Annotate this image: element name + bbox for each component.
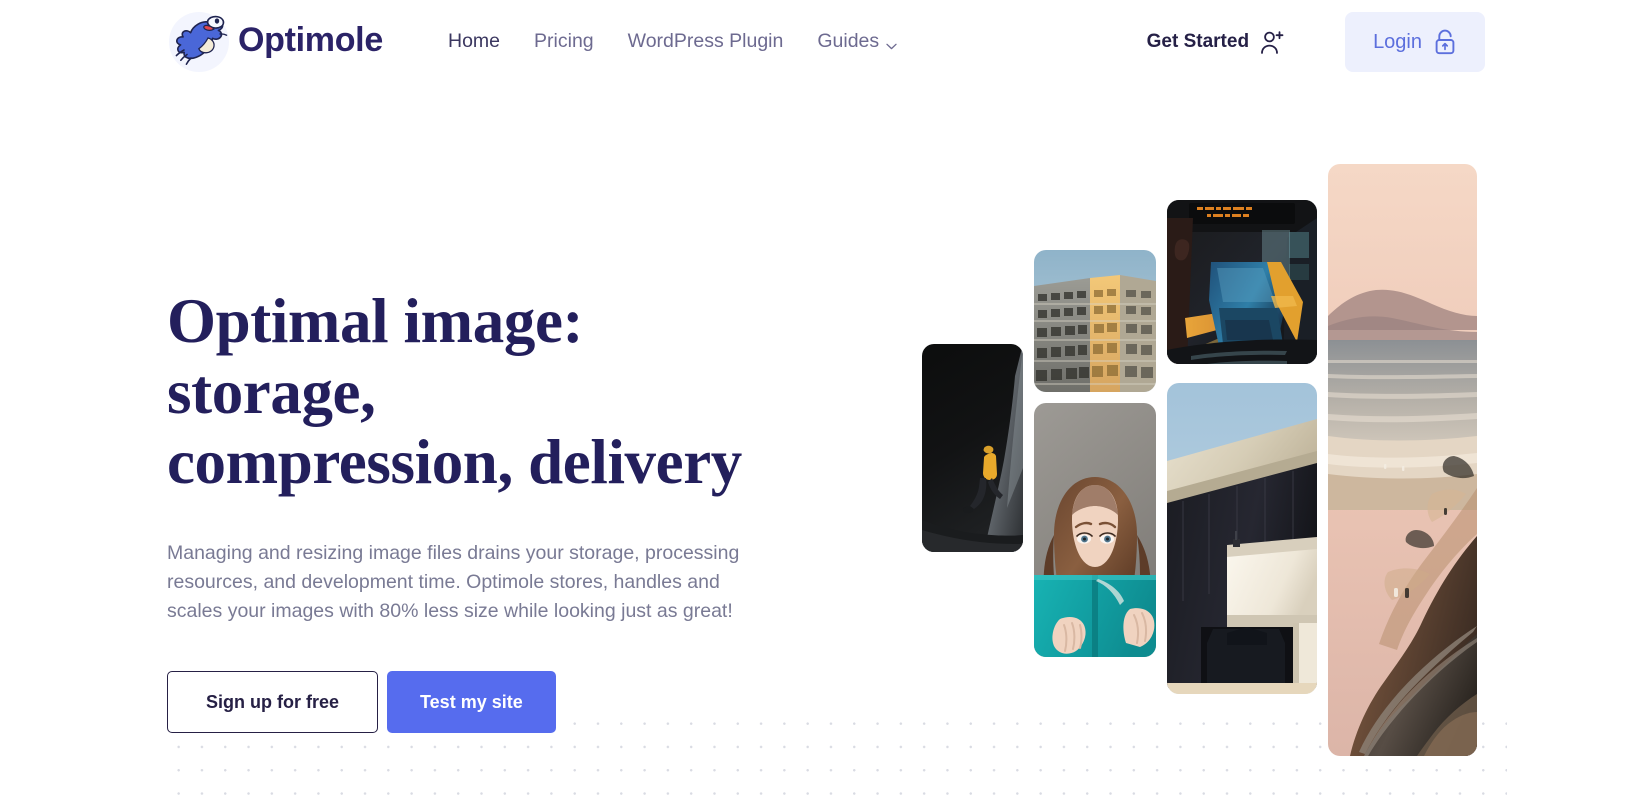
login-button[interactable]: Login	[1345, 12, 1485, 72]
cave-explorer-photo[interactable]	[922, 344, 1023, 552]
optimole-mole-logo-icon	[168, 8, 230, 74]
woman-with-book-photo[interactable]	[1034, 403, 1156, 657]
primary-nav: Home Pricing WordPress Plugin Guides	[448, 0, 897, 84]
unlock-padlock-icon	[1433, 29, 1457, 55]
brand-name: Optimole	[238, 21, 383, 59]
building-facade-photo[interactable]	[1034, 250, 1156, 392]
sign-up-for-free-button[interactable]: Sign up for free	[167, 670, 379, 733]
hero-section: Optimal image: storage, compression, del…	[167, 286, 787, 733]
site-header: Optimole Home Pricing WordPress Plugin G…	[0, 0, 1625, 84]
test-my-site-button[interactable]: Test my site	[387, 670, 556, 733]
nav-item-pricing[interactable]: Pricing	[534, 32, 594, 52]
page-root: Optimole Home Pricing WordPress Plugin G…	[0, 0, 1625, 810]
login-button-label: Login	[1373, 31, 1422, 53]
nav-item-home[interactable]: Home	[448, 32, 500, 52]
brand-logo-link[interactable]: Optimole	[168, 8, 383, 74]
hero-cta-group: Sign up for free Test my site	[167, 670, 787, 733]
hero-title-line-2: compression, delivery	[167, 427, 742, 498]
coastal-cliff-photo[interactable]	[1328, 164, 1477, 756]
nav-item-guides[interactable]: Guides	[817, 32, 897, 52]
hero-title-line-1: Optimal image: storage,	[167, 286, 584, 427]
hero-subtitle: Managing and resizing image files drains…	[167, 541, 740, 622]
page-title: Optimal image: storage, compression, del…	[167, 286, 787, 498]
user-plus-icon	[1259, 29, 1285, 55]
concrete-architecture-photo[interactable]	[1167, 383, 1317, 694]
get-started-label: Get Started	[1146, 31, 1250, 52]
train-station-photo[interactable]	[1167, 200, 1317, 364]
chevron-down-icon	[886, 40, 897, 50]
nav-item-guides-label: Guides	[817, 30, 880, 53]
get-started-link[interactable]: Get Started	[1147, 29, 1285, 55]
header-actions: Get Started Login	[1147, 0, 1625, 84]
nav-item-wordpress-plugin[interactable]: WordPress Plugin	[628, 32, 784, 52]
